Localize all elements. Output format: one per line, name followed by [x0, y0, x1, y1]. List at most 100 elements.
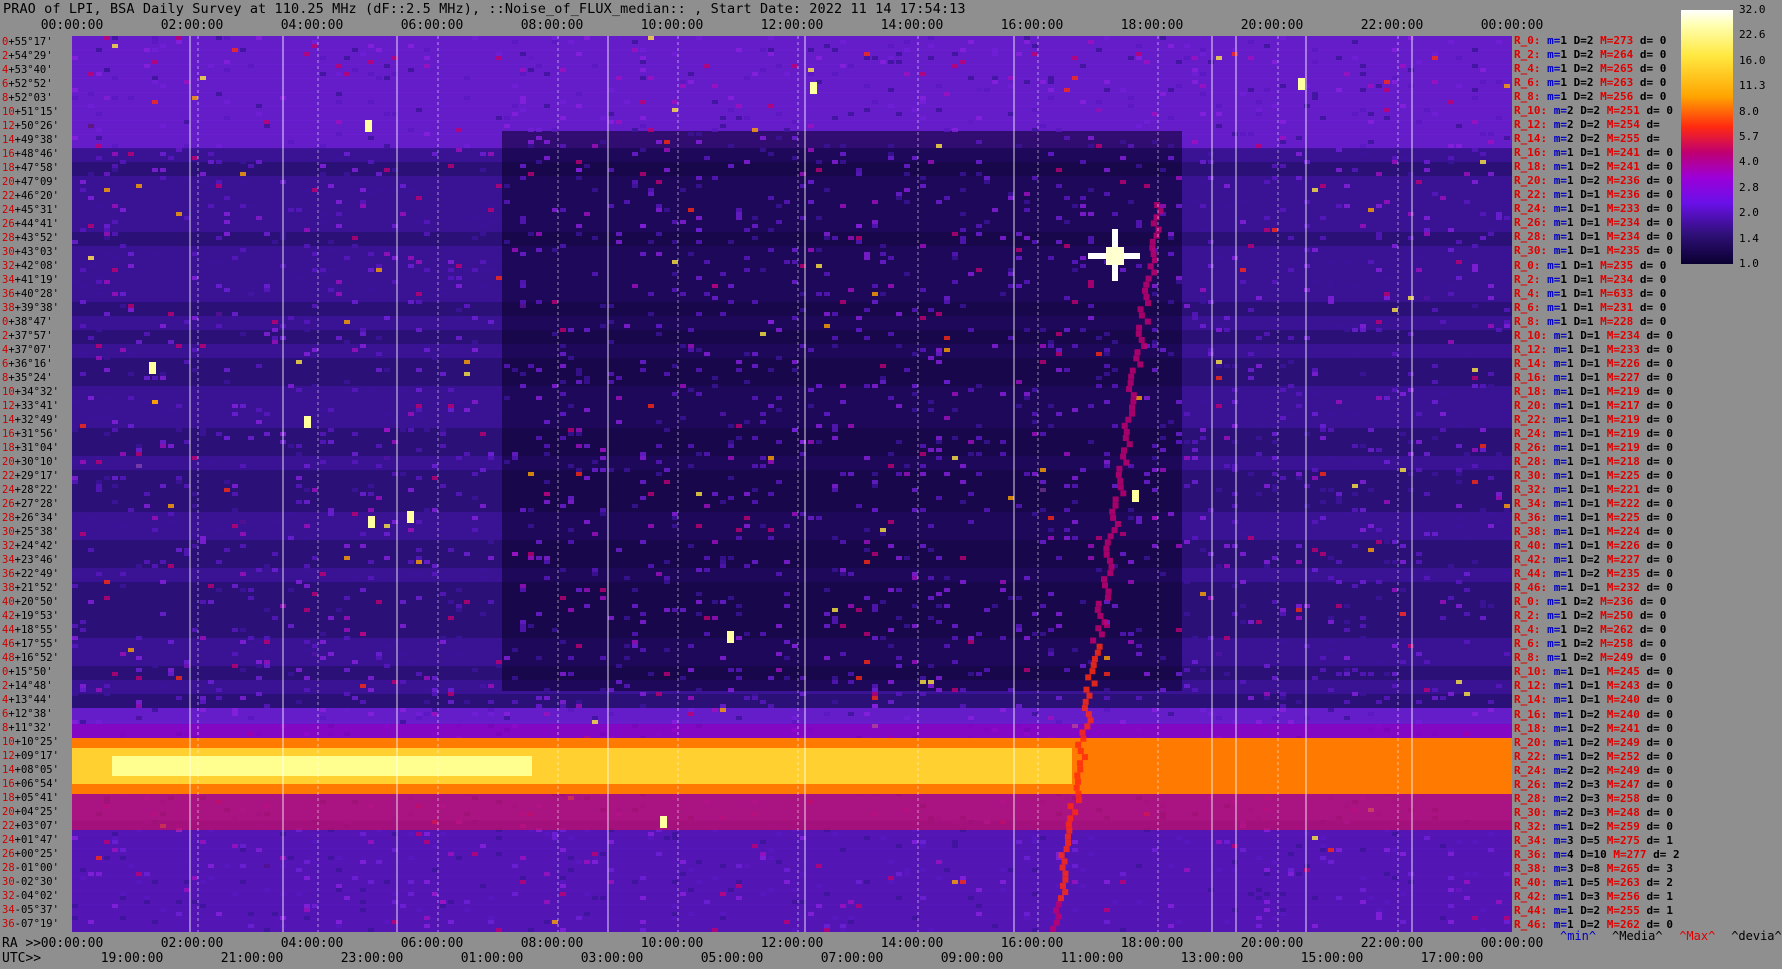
noise-pixel [720, 916, 726, 920]
receiver-stat-part: 1 [1593, 426, 1607, 440]
noise-pixel [880, 60, 886, 64]
noise-pixel [1296, 136, 1302, 140]
noise-pixel [680, 676, 686, 680]
noise-pixel [1296, 616, 1302, 620]
noise-pixel [752, 72, 758, 76]
receiver-stat-part: 0 [1666, 693, 1673, 707]
noise-pixel [680, 344, 686, 348]
noise-pixel [832, 488, 838, 492]
noise-pixel [848, 604, 854, 608]
noise-pixel [616, 76, 622, 80]
noise-pixel [1376, 396, 1382, 400]
noise-pixel [248, 596, 254, 600]
receiver-stat-part: 240 [1620, 693, 1647, 707]
noise-pixel [352, 48, 358, 52]
noise-pixel [776, 204, 782, 208]
noise-pixel [1264, 332, 1270, 336]
noise-pixel [1200, 160, 1206, 164]
receiver-stat-part: 232 [1620, 581, 1647, 595]
solar-trail-pixel [1085, 711, 1092, 718]
receiver-stat-part: D= [1580, 497, 1594, 511]
noise-pixel [112, 672, 118, 676]
noise-pixel [560, 100, 566, 104]
dec-row-index: 18 [2, 162, 15, 174]
noise-pixel [1040, 328, 1046, 332]
noise-pixel [1472, 268, 1478, 272]
noise-pixel [1136, 644, 1142, 648]
noise-pixel [768, 104, 774, 108]
noise-pixel [1200, 52, 1206, 56]
noise-pixel [488, 600, 494, 604]
noise-pixel [1240, 132, 1246, 136]
noise-pixel [888, 860, 894, 864]
noise-pixel [1488, 296, 1494, 300]
dec-row-value: +38°47' [8, 316, 53, 328]
noise-pixel [336, 224, 342, 228]
heatmap-plot[interactable] [72, 36, 1512, 932]
noise-pixel [1456, 424, 1462, 428]
receiver-stat-row: R_20: m=1 D=2 M=249 d= 0 [1514, 736, 1673, 749]
noise-pixel [352, 696, 358, 700]
noise-pixel [128, 308, 134, 312]
solar-trail-pixel [1130, 392, 1137, 399]
noise-pixel [480, 884, 486, 888]
noise-pixel [952, 436, 958, 440]
noise-pixel [472, 400, 478, 404]
dec-row-label: 28+26°34' [2, 512, 59, 524]
noise-pixel [1096, 384, 1102, 388]
solar-trail-pixel [1117, 484, 1124, 491]
noise-pixel [888, 156, 894, 160]
receiver-stat-part: 234 [1620, 230, 1647, 244]
receiver-stat-part: m= [1553, 679, 1567, 693]
noise-pixel [272, 240, 278, 244]
noise-pixel [96, 280, 102, 284]
noise-pixel [536, 300, 542, 304]
noise-pixel [512, 40, 518, 44]
noise-pixel [1312, 412, 1318, 416]
receiver-stat-part: R_22: [1514, 412, 1554, 426]
noise-pixel [904, 40, 910, 44]
dec-row-index: 22 [2, 820, 15, 832]
noise-pixel [1200, 428, 1206, 432]
noise-pixel [464, 268, 470, 272]
noise-pixel [976, 904, 982, 908]
noise-pixel [936, 876, 942, 880]
noise-pixel [920, 676, 926, 680]
noise-pixel [1472, 560, 1478, 564]
noise-pixel [1128, 640, 1134, 644]
receiver-stat-part: 3 [1567, 861, 1581, 875]
receiver-stat-part: m= [1547, 90, 1561, 104]
noise-pixel [952, 280, 958, 284]
noise-pixel [1280, 708, 1286, 712]
noise-pixel [640, 224, 646, 228]
dec-row-label: 0+15°50' [2, 666, 53, 678]
dec-row-value: +46°20' [14, 190, 59, 202]
noise-pixel [208, 460, 214, 464]
noise-pixel [1408, 872, 1414, 876]
dec-row-label: 34+41°19' [2, 274, 59, 286]
noise-pixel [976, 232, 982, 236]
noise-pixel [1336, 896, 1342, 900]
noise-pixel [304, 648, 310, 652]
noise-pixel [328, 184, 334, 188]
noise-pixel [1200, 288, 1206, 292]
noise-pixel [1472, 120, 1478, 124]
noise-pixel [1240, 220, 1246, 224]
noise-pixel [384, 532, 390, 536]
noise-pixel [248, 716, 254, 720]
solar-trail-pixel [1087, 717, 1094, 724]
receiver-stat-part: D= [1580, 440, 1594, 454]
noise-pixel [1144, 396, 1150, 400]
noise-pixel [144, 560, 150, 564]
noise-pixel [368, 928, 374, 932]
noise-pixel [1136, 224, 1142, 228]
receiver-stat-part: d= [1639, 76, 1660, 90]
noise-pixel [312, 648, 318, 652]
noise-pixel [1208, 636, 1214, 640]
noise-pixel [816, 160, 822, 164]
noise-pixel [816, 884, 822, 888]
noise-pixel [808, 48, 814, 52]
receiver-stat-part: 256 [1613, 90, 1640, 104]
noise-pixel [488, 208, 494, 212]
footer-key: ^Media^ [1612, 929, 1663, 943]
